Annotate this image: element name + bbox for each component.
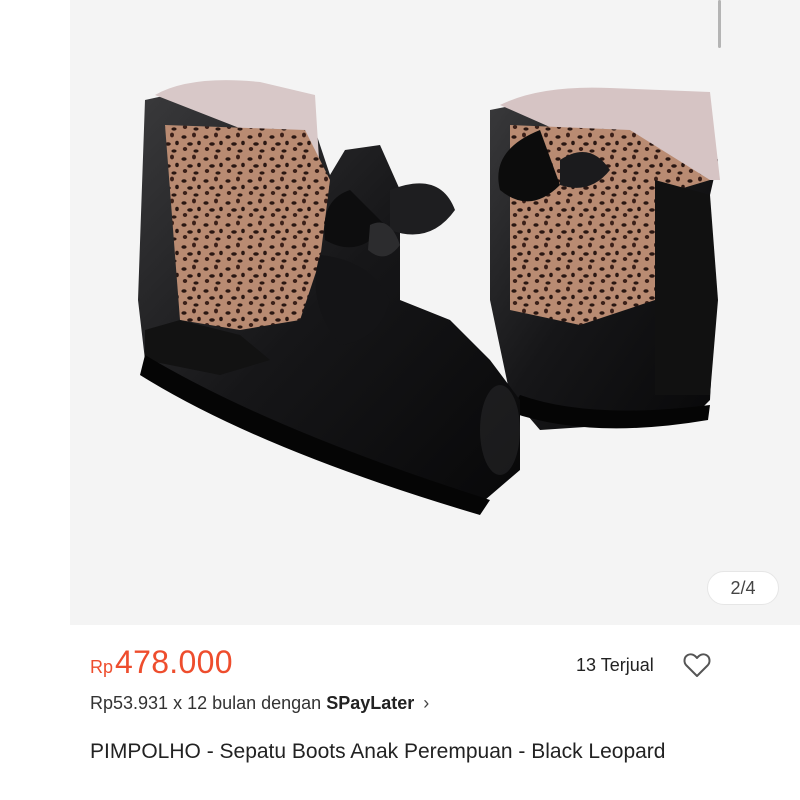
- price-currency: Rp: [90, 657, 114, 677]
- product-title: PIMPOLHO - Sepatu Boots Anak Perempuan -…: [90, 740, 666, 763]
- scroll-indicator[interactable]: [718, 0, 721, 48]
- product-image: [138, 80, 720, 515]
- chevron-right-icon: ›: [423, 693, 430, 713]
- installment-text: Rp53.931 x 12 bulan dengan: [90, 693, 322, 713]
- product-image-gallery[interactable]: 2/4: [70, 0, 800, 625]
- installment-link[interactable]: Rp53.931 x 12 bulan dengan SPayLater ›: [90, 693, 429, 714]
- heart-icon[interactable]: [683, 652, 711, 678]
- installment-brand: SPayLater: [326, 693, 415, 713]
- sold-count: 13 Terjual: [576, 655, 654, 675]
- price-block: Rp 478.000: [90, 644, 233, 681]
- gallery-page-indicator: 2/4: [707, 571, 779, 605]
- price-value: 478.000: [115, 644, 233, 680]
